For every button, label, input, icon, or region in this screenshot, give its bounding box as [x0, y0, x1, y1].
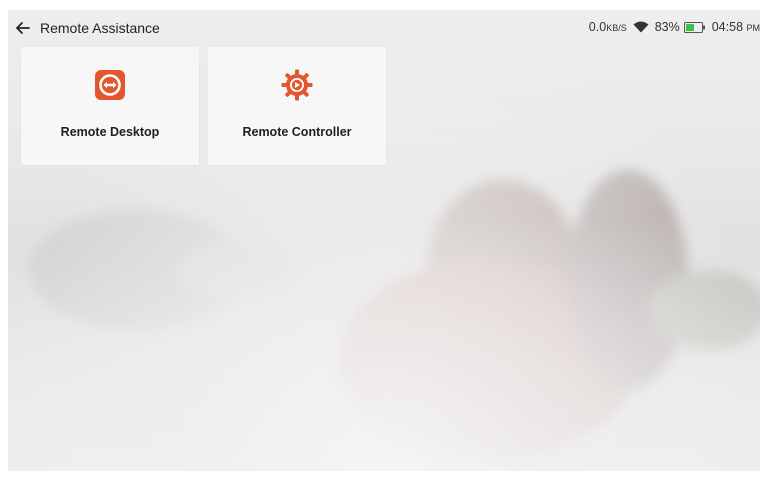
clock-time: 04:58 — [711, 20, 744, 34]
clock: 04:58 PM — [712, 20, 760, 34]
battery-icon — [683, 21, 706, 33]
top-bar: Remote Assistance 0.0KB/S 83% 04:58 PM — [8, 10, 760, 46]
wifi-icon — [633, 21, 649, 33]
remote-desktop-label: Remote Desktop — [60, 125, 160, 139]
app-window: Remote Assistance 0.0KB/S 83% 04:58 PM R… — [8, 10, 760, 471]
remote-controller-label: Remote Controller — [242, 125, 352, 139]
battery-percent: 83% — [654, 20, 680, 34]
status-bar: 0.0KB/S 83% 04:58 PM — [589, 20, 760, 34]
arrow-left-icon — [16, 22, 30, 34]
back-button[interactable] — [14, 19, 32, 37]
remote-controller-tile[interactable]: Remote Controller — [208, 47, 386, 165]
remote-desktop-tile[interactable]: Remote Desktop — [21, 47, 199, 165]
network-speed: 0.0KB/S — [589, 20, 627, 34]
network-speed-unit: KB/S — [606, 23, 627, 33]
network-speed-value: 0.0 — [588, 20, 607, 34]
remote-controller-gear-icon — [280, 68, 314, 102]
clock-ampm: PM — [746, 23, 760, 33]
page-title: Remote Assistance — [40, 20, 160, 36]
teamviewer-icon — [93, 68, 127, 102]
